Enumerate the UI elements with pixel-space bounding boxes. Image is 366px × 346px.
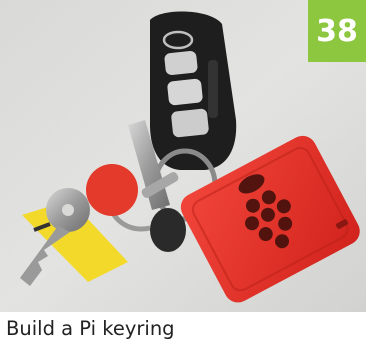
black-tag bbox=[150, 208, 186, 252]
caption: Build a Pi keyring bbox=[6, 317, 175, 340]
page-number: 38 bbox=[316, 13, 358, 49]
red-fob bbox=[86, 164, 138, 216]
page-number-badge: 38 bbox=[308, 0, 366, 62]
car-key-fob bbox=[150, 11, 237, 171]
